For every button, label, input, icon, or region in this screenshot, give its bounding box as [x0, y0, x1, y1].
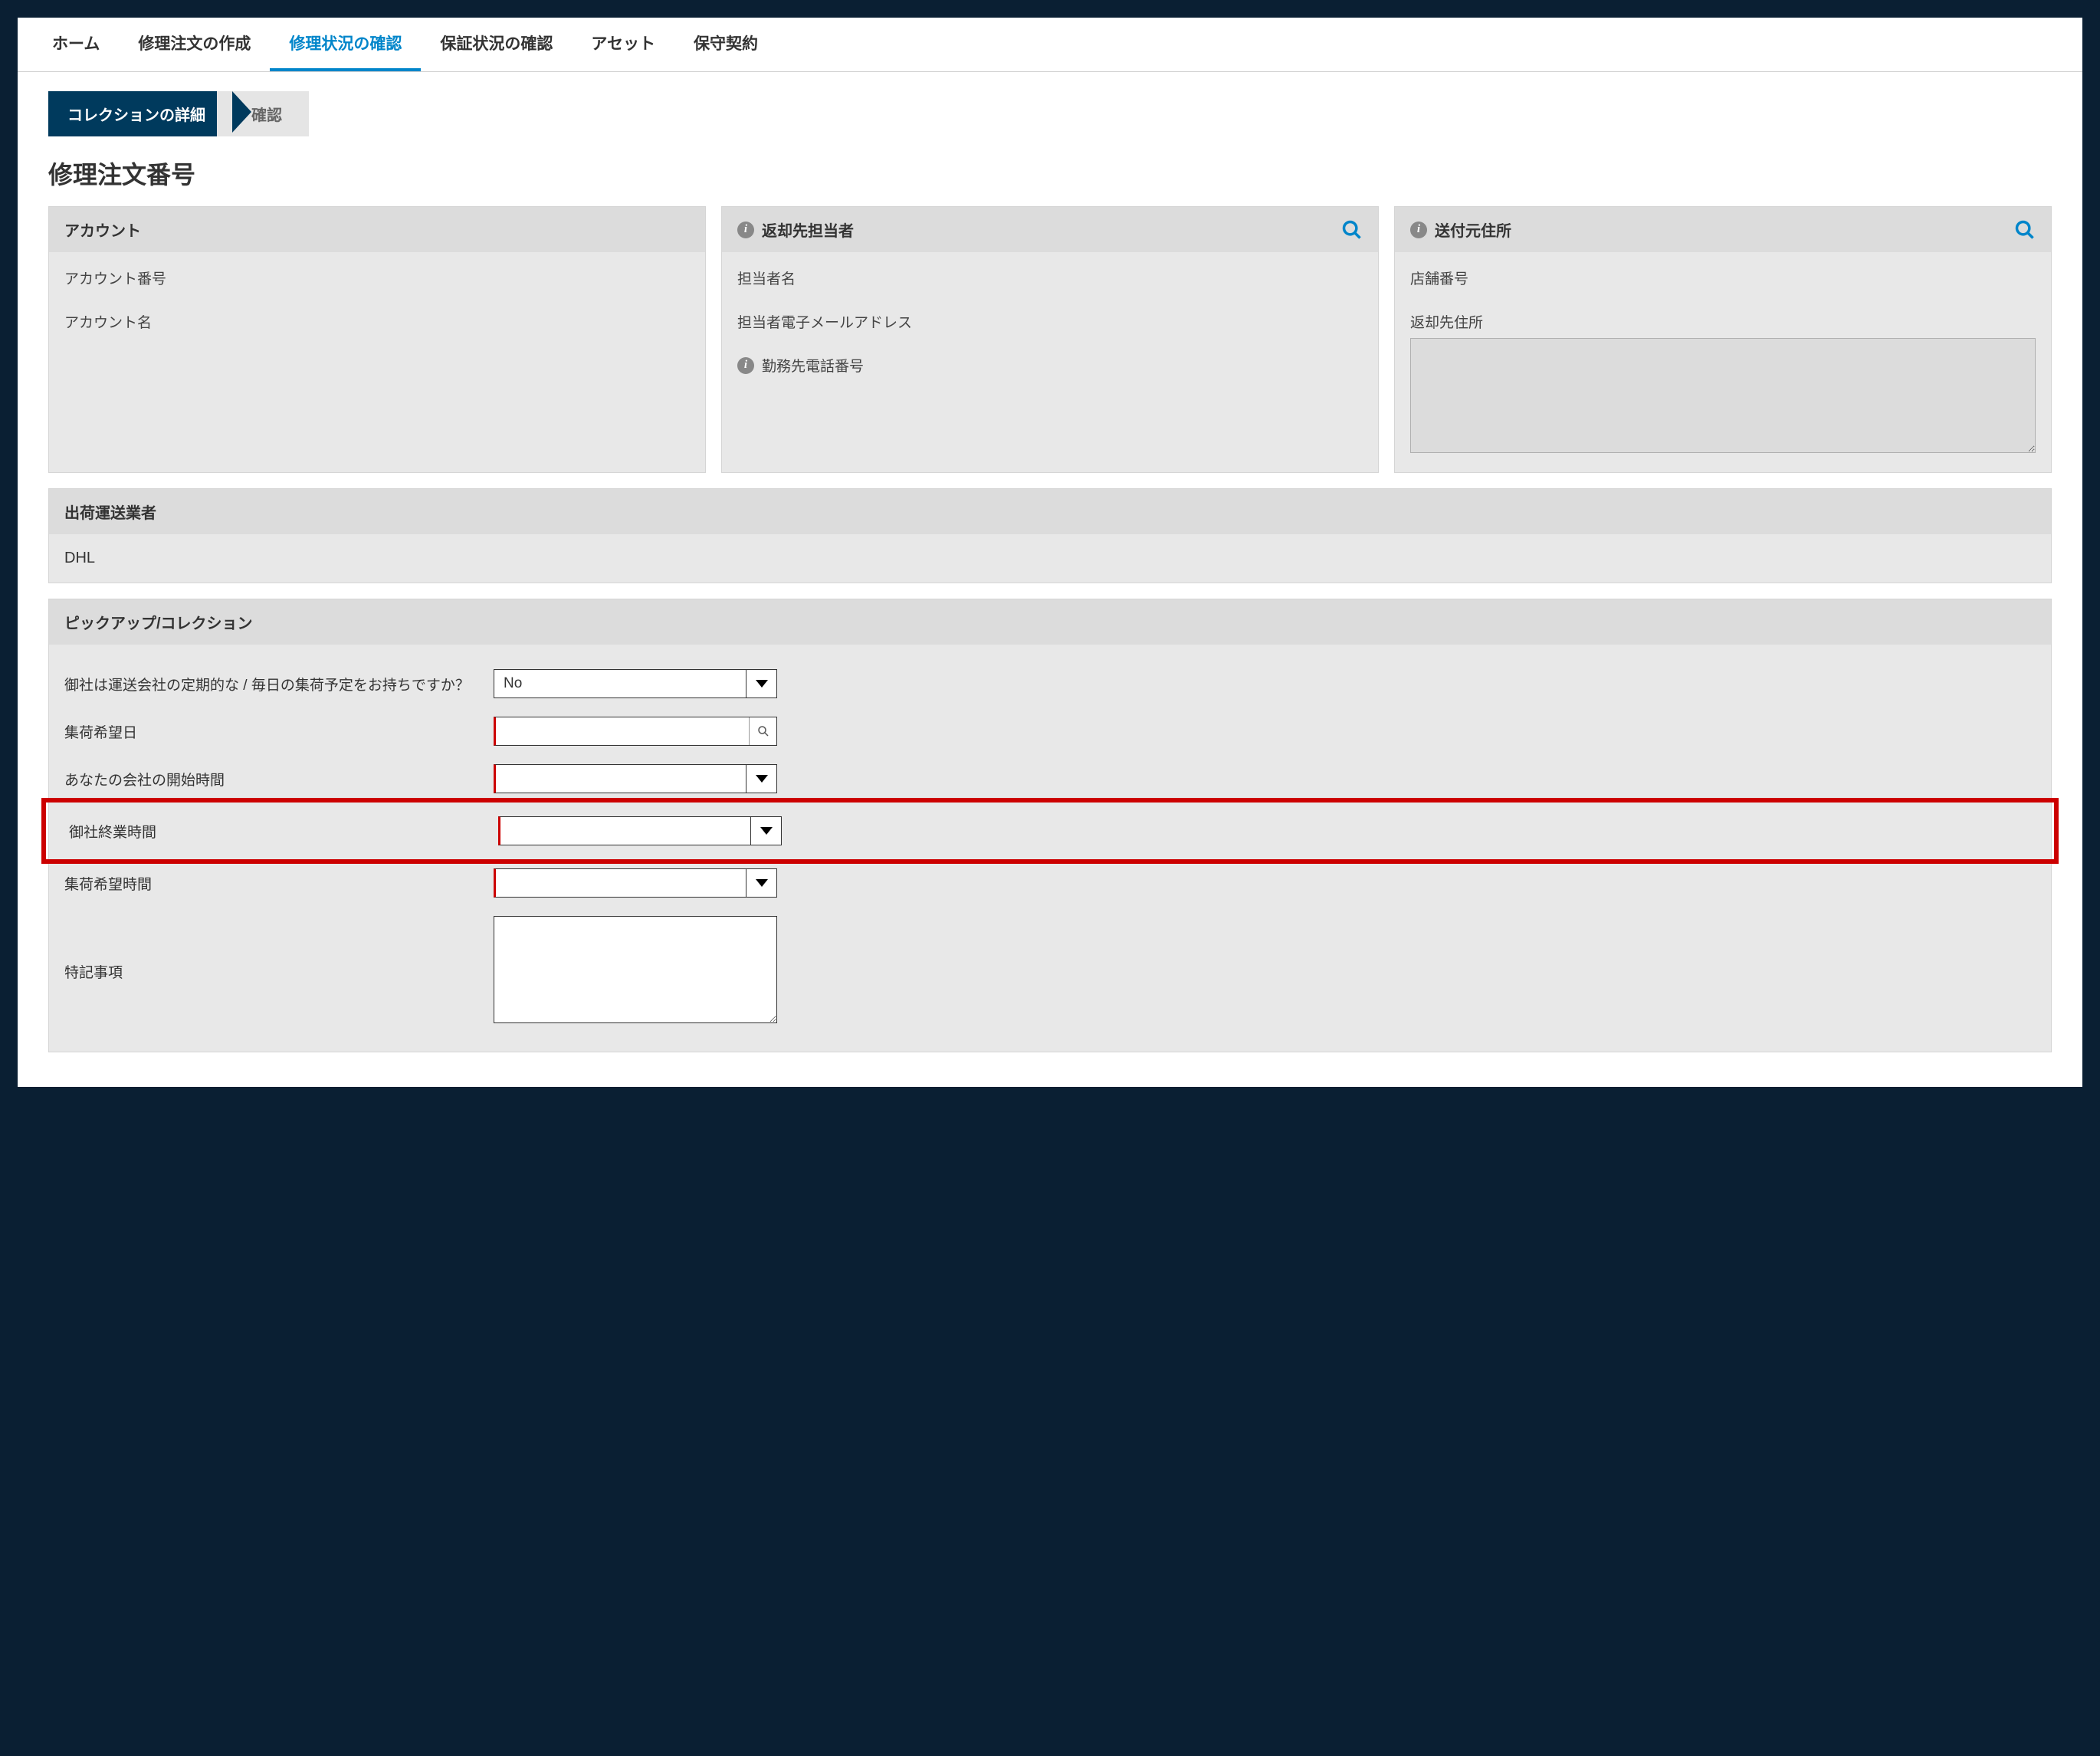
highlight-close-time: 御社終業時間	[41, 798, 2059, 864]
card-account: アカウント アカウント番号 アカウント名	[48, 206, 706, 473]
card-title-ship-from: 送付元住所	[1435, 218, 1511, 241]
row-close-time: 御社終業時間	[69, 807, 2031, 855]
contact-email-label: 担当者電子メールアドレス	[737, 311, 1363, 332]
search-icon[interactable]	[2014, 219, 2036, 241]
info-icon: i	[1410, 222, 1427, 238]
card-title-return-contact: 返却先担当者	[762, 218, 854, 241]
info-icon: i	[737, 357, 754, 374]
special-notes-textarea[interactable]	[494, 916, 777, 1023]
chevron-down-icon	[746, 765, 776, 793]
row-preferred-time: 集荷希望時間	[64, 859, 2036, 907]
card-body-ship-from: 店舗番号 返却先住所	[1395, 252, 2051, 472]
scheduled-pickup-label: 御社は運送会社の定期的な / 毎日の集荷予定をお持ちですか？	[64, 674, 494, 694]
work-phone-text: 勤務先電話番号	[762, 355, 864, 376]
tab-maintenance[interactable]: 保守契約	[674, 18, 777, 71]
contact-name-label: 担当者名	[737, 268, 1363, 288]
preferred-date-label: 集荷希望日	[64, 721, 494, 742]
row-open-time: あなたの会社の開始時間	[64, 755, 2036, 803]
section-body-carrier: DHL	[49, 534, 2051, 583]
card-return-contact: i 返却先担当者 担当者名 担当者電子メールアドレス i 勤務先電話番号	[721, 206, 1379, 473]
section-body-pickup: 御社は運送会社の定期的な / 毎日の集荷予定をお持ちですか？ No 集荷希望日	[49, 645, 2051, 1052]
breadcrumb-step-collection-details[interactable]: コレクションの詳細	[48, 91, 232, 136]
chevron-down-icon	[746, 869, 776, 897]
return-address-label: 返却先住所	[1410, 311, 2036, 332]
card-header-account: アカウント	[49, 207, 705, 252]
section-pickup: ピックアップ/コレクション 御社は運送会社の定期的な / 毎日の集荷予定をお持ち…	[48, 599, 2052, 1052]
chevron-down-icon	[750, 817, 781, 845]
content-area: コレクションの詳細 確認 修理注文番号 アカウント アカウント番号 アカウント名	[18, 72, 2082, 1087]
tab-bar: ホーム 修理注文の作成 修理状況の確認 保証状況の確認 アセット 保守契約	[18, 18, 2082, 72]
close-time-label: 御社終業時間	[69, 821, 498, 842]
preferred-date-input[interactable]	[494, 717, 777, 746]
scheduled-pickup-select[interactable]: No	[494, 669, 777, 698]
breadcrumb-step-confirm[interactable]: 確認	[217, 91, 309, 136]
card-ship-from: i 送付元住所 店舗番号 返却先住所	[1394, 206, 2052, 473]
app-window: ホーム 修理注文の作成 修理状況の確認 保証状況の確認 アセット 保守契約 コレ…	[15, 15, 2085, 1089]
cards-row: アカウント アカウント番号 アカウント名 i 返却先担当者	[48, 206, 2052, 473]
account-number-label: アカウント番号	[64, 268, 690, 288]
row-scheduled-pickup: 御社は運送会社の定期的な / 毎日の集荷予定をお持ちですか？ No	[64, 660, 2036, 707]
card-header-ship-from: i 送付元住所	[1395, 207, 2051, 252]
tab-asset[interactable]: アセット	[572, 18, 674, 71]
tab-create-repair[interactable]: 修理注文の作成	[119, 18, 270, 71]
card-header-return-contact: i 返却先担当者	[722, 207, 1378, 252]
account-name-label: アカウント名	[64, 311, 690, 332]
carrier-value: DHL	[64, 550, 2036, 567]
row-preferred-date: 集荷希望日	[64, 707, 2036, 755]
tab-check-warranty[interactable]: 保証状況の確認	[421, 18, 572, 71]
tab-home[interactable]: ホーム	[33, 18, 119, 71]
store-number-label: 店舗番号	[1410, 268, 2036, 288]
work-phone-label: i 勤務先電話番号	[737, 355, 1363, 376]
close-time-select[interactable]	[498, 816, 782, 845]
section-carrier: 出荷運送業者 DHL	[48, 488, 2052, 583]
tab-check-repair[interactable]: 修理状況の確認	[270, 18, 421, 71]
card-body-account: アカウント番号 アカウント名	[49, 252, 705, 421]
preferred-time-label: 集荷希望時間	[64, 873, 494, 894]
section-header-pickup: ピックアップ/コレクション	[49, 599, 2051, 645]
open-time-select[interactable]	[494, 764, 777, 793]
preferred-time-select[interactable]	[494, 868, 777, 898]
search-icon[interactable]	[1341, 219, 1363, 241]
section-header-carrier: 出荷運送業者	[49, 489, 2051, 534]
return-address-textarea[interactable]	[1410, 338, 2036, 453]
open-time-label: あなたの会社の開始時間	[64, 769, 494, 789]
row-special-notes: 特記事項	[64, 907, 2036, 1036]
page-title: 修理注文番号	[48, 156, 2052, 191]
card-body-return-contact: 担当者名 担当者電子メールアドレス i 勤務先電話番号	[722, 252, 1378, 421]
info-icon: i	[737, 222, 754, 238]
breadcrumb: コレクションの詳細 確認	[48, 91, 2052, 136]
calendar-icon[interactable]	[749, 717, 776, 745]
scheduled-pickup-value: No	[494, 675, 531, 692]
special-notes-label: 特記事項	[64, 961, 494, 982]
card-title-account: アカウント	[64, 218, 141, 241]
chevron-down-icon	[746, 670, 776, 697]
